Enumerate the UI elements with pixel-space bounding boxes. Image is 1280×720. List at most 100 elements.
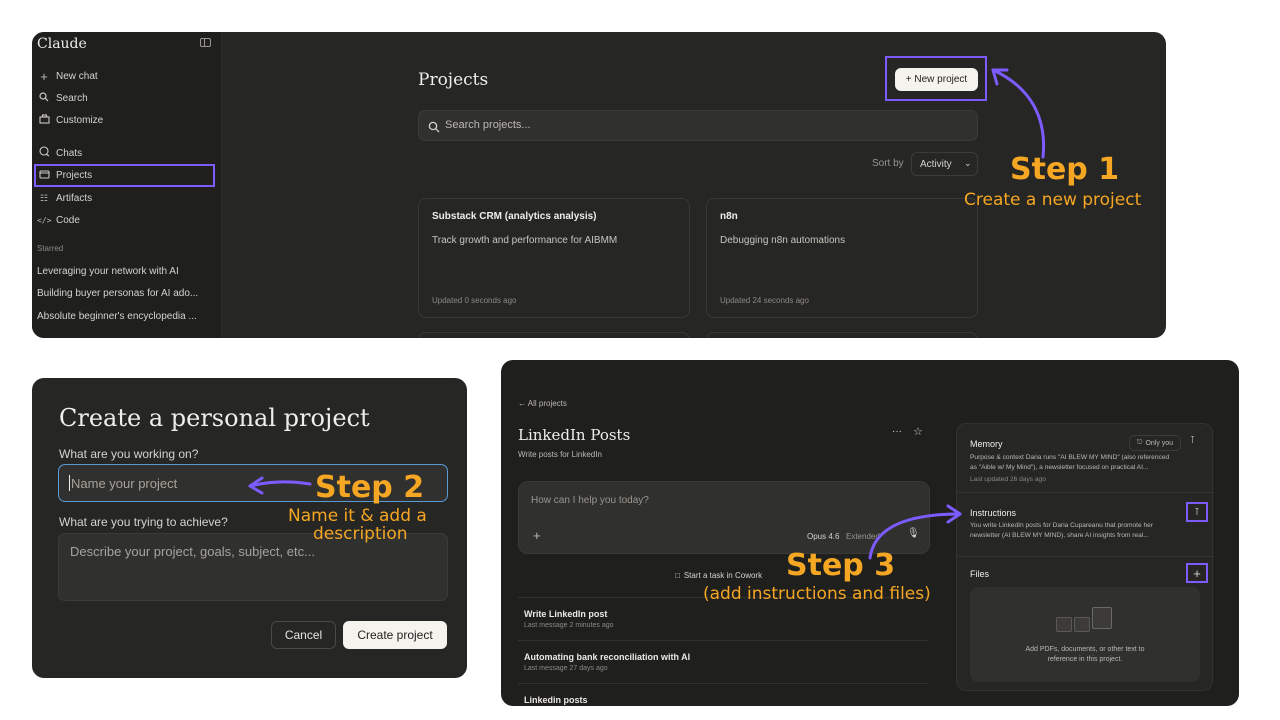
project-card[interactable]: n8n Debugging n8n automations Updated 24… xyxy=(706,198,978,318)
highlight-projects xyxy=(34,164,215,187)
only-you-badge: ⎋ Only you xyxy=(1129,435,1181,451)
step2-label: Step 2 xyxy=(315,470,425,505)
sidebar-item-label: New chat xyxy=(56,70,98,82)
edit-memory-icon[interactable]: ⊺ xyxy=(1190,435,1195,446)
chat-list-item[interactable]: Linkedin posts xyxy=(518,683,928,706)
project-knowledge-panel: Memory ⎋ Only you ⊺ Purpose & context Dar… xyxy=(956,423,1214,691)
text-cursor xyxy=(69,475,70,491)
files-empty-line1: Add PDFs, documents, or other text to xyxy=(1025,646,1145,653)
sidebar-item-label: Customize xyxy=(56,114,104,126)
project-card-title: Substack CRM (analytics analysis) xyxy=(432,211,597,222)
project-card-updated: Updated 24 seconds ago xyxy=(720,296,809,305)
starred-item[interactable]: Building buyer personas for AI ado... xyxy=(37,288,198,299)
name-field-label: What are you working on? xyxy=(59,447,199,461)
step1-caption: Create a new project xyxy=(964,190,1142,210)
search-icon xyxy=(37,91,51,105)
sidebar-item-artifacts[interactable]: ☷ Artifacts xyxy=(37,188,215,208)
sort-value: Activity xyxy=(920,159,952,170)
project-card-updated: Updated 0 seconds ago xyxy=(432,296,517,305)
sidebar-item-label: Artifacts xyxy=(56,192,93,204)
sort-dropdown[interactable]: Activity ⌄ xyxy=(911,152,978,176)
divider xyxy=(957,492,1214,493)
memory-text-line1: Purpose & context Daria runs "AI BLEW MY… xyxy=(970,454,1170,461)
add-file-plus-icon[interactable]: + xyxy=(1186,563,1208,583)
files-heading: Files xyxy=(970,569,990,579)
project-title: LinkedIn Posts xyxy=(518,426,631,444)
chat-list-item[interactable]: Automating bank reconciliation with AI L… xyxy=(518,640,928,684)
memory-heading: Memory xyxy=(970,439,1003,449)
divider xyxy=(957,556,1214,557)
create-project-button[interactable]: Create project xyxy=(343,621,447,649)
step2-caption-line1: Name it & add a xyxy=(288,506,427,526)
project-card-description: Debugging n8n automations xyxy=(720,235,846,246)
chat-bubble-icon xyxy=(37,146,51,160)
back-to-projects-link[interactable]: ← All projects xyxy=(518,399,567,408)
sidebar-item-label: Code xyxy=(56,214,80,226)
starred-heading: Starred xyxy=(37,244,64,253)
sidebar-item-label: Search xyxy=(56,92,88,104)
instructions-heading: Instructions xyxy=(970,508,1017,518)
memory-text-line2: as "Aible w/ My Mind"), a newsletter foc… xyxy=(970,464,1149,471)
description-field-label: What are you trying to achieve? xyxy=(59,515,228,529)
project-card[interactable]: Substack CRM (analytics analysis) Track … xyxy=(418,198,690,318)
instructions-text-line1: You write LinkedIn posts for Daria Cupar… xyxy=(970,522,1154,529)
project-card-description: Track growth and performance for AIBMM xyxy=(432,235,618,246)
sidebar-toggle-icon[interactable] xyxy=(200,38,211,47)
app-logo: Claude xyxy=(37,36,87,52)
step1-label: Step 1 xyxy=(1010,152,1120,187)
edit-instructions-icon[interactable]: ⊺ xyxy=(1186,502,1208,522)
briefcase-icon xyxy=(37,113,51,127)
name-placeholder: Name your project xyxy=(71,476,178,491)
search-placeholder: Search projects... xyxy=(445,119,531,131)
sidebar-item-customize[interactable]: Customize xyxy=(37,110,215,130)
dialog-title: Create a personal project xyxy=(59,404,370,432)
search-icon xyxy=(428,120,440,138)
description-placeholder: Describe your project, goals, subject, e… xyxy=(70,544,315,559)
more-options-icon[interactable]: ··· xyxy=(892,426,902,437)
new-project-button[interactable]: + New project xyxy=(895,68,978,91)
attach-plus-icon[interactable]: + xyxy=(533,528,541,543)
plus-icon: + xyxy=(40,68,48,84)
cancel-button[interactable]: Cancel xyxy=(271,621,336,649)
arrow-step2-icon xyxy=(248,476,312,495)
chat-title: Linkedin posts xyxy=(524,695,588,705)
search-projects-input[interactable]: Search projects... xyxy=(418,110,978,141)
starred-item[interactable]: Leveraging your network with AI xyxy=(37,266,179,277)
grid-icon: ☷ xyxy=(39,192,49,203)
lock-icon: ⎋ xyxy=(1136,439,1143,446)
memory-updated: Last updated 26 days ago xyxy=(970,476,1046,483)
project-card[interactable] xyxy=(418,332,690,338)
starred-item[interactable]: Absolute beginner's encyclopedia ... xyxy=(37,311,197,322)
chat-title: Write LinkedIn post xyxy=(524,609,608,619)
model-selector[interactable]: Opus 4.6 xyxy=(807,532,839,541)
chat-timestamp: Last message 27 days ago xyxy=(524,665,608,672)
arrow-step1-icon xyxy=(991,68,1046,159)
chevron-down-icon: ⌄ xyxy=(964,158,972,168)
sidebar-item-chats[interactable]: Chats xyxy=(37,143,215,163)
documents-icon xyxy=(1056,607,1114,633)
external-link-icon: □ xyxy=(675,571,680,580)
cowork-link[interactable]: □ Start a task in Cowork xyxy=(675,571,762,580)
sidebar-item-new-chat[interactable]: + New chat xyxy=(37,66,215,86)
chat-timestamp: Last message 2 minutes ago xyxy=(524,622,614,629)
page-title: Projects xyxy=(418,70,489,90)
project-subtitle: Write posts for LinkedIn xyxy=(518,450,602,459)
project-card-title: n8n xyxy=(720,211,738,222)
badge-label: Only you xyxy=(1145,439,1174,447)
files-empty-line2: reference in this project. xyxy=(1047,656,1123,663)
project-card[interactable] xyxy=(706,332,978,338)
step3-label: Step 3 xyxy=(786,548,896,583)
sort-label: Sort by xyxy=(872,158,904,169)
cowork-label: Start a task in Cowork xyxy=(683,571,763,580)
instructions-text-line2: newsletter (AI BLEW MY MIND), share AI i… xyxy=(970,532,1149,539)
step3-caption: (add instructions and files) xyxy=(703,584,931,604)
composer-placeholder: How can I help you today? xyxy=(531,495,649,506)
code-icon: </> xyxy=(37,215,52,225)
star-icon[interactable]: ☆ xyxy=(913,425,923,438)
sidebar-item-code[interactable]: </> Code xyxy=(37,210,215,230)
sidebar-item-label: Chats xyxy=(56,147,83,159)
sidebar-item-search[interactable]: Search xyxy=(37,88,215,108)
chat-title: Automating bank reconciliation with AI xyxy=(524,652,691,662)
files-dropzone[interactable]: Add PDFs, documents, or other text to re… xyxy=(970,587,1200,682)
step2-caption-line2: description xyxy=(313,524,408,544)
